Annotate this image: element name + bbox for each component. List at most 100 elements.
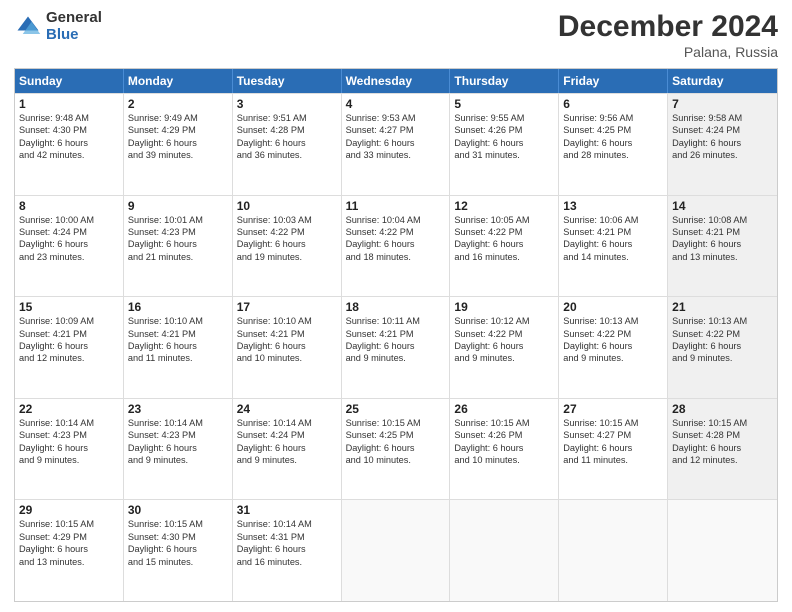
table-row: 15Sunrise: 10:09 AM Sunset: 4:21 PM Dayl… — [15, 297, 124, 398]
day-number: 22 — [19, 402, 119, 416]
logo: General Blue — [14, 10, 102, 43]
table-row: 20Sunrise: 10:13 AM Sunset: 4:22 PM Dayl… — [559, 297, 668, 398]
day-number: 13 — [563, 199, 663, 213]
header-day-monday: Monday — [124, 69, 233, 93]
table-row: 13Sunrise: 10:06 AM Sunset: 4:21 PM Dayl… — [559, 196, 668, 297]
day-number: 11 — [346, 199, 446, 213]
table-row: 18Sunrise: 10:11 AM Sunset: 4:21 PM Dayl… — [342, 297, 451, 398]
day-info: Sunrise: 10:10 AM Sunset: 4:21 PM Daylig… — [237, 315, 337, 365]
day-number: 23 — [128, 402, 228, 416]
header-day-thursday: Thursday — [450, 69, 559, 93]
day-info: Sunrise: 9:56 AM Sunset: 4:25 PM Dayligh… — [563, 112, 663, 162]
table-row: 27Sunrise: 10:15 AM Sunset: 4:27 PM Dayl… — [559, 399, 668, 500]
title-month: December 2024 — [558, 10, 778, 44]
table-row: 22Sunrise: 10:14 AM Sunset: 4:23 PM Dayl… — [15, 399, 124, 500]
logo-text: General Blue — [46, 10, 102, 43]
table-row: 7Sunrise: 9:58 AM Sunset: 4:24 PM Daylig… — [668, 94, 777, 195]
day-number: 19 — [454, 300, 554, 314]
day-number: 10 — [237, 199, 337, 213]
day-number: 21 — [672, 300, 773, 314]
day-number: 25 — [346, 402, 446, 416]
calendar-week-5: 29Sunrise: 10:15 AM Sunset: 4:29 PM Dayl… — [15, 499, 777, 601]
table-row: 11Sunrise: 10:04 AM Sunset: 4:22 PM Dayl… — [342, 196, 451, 297]
day-info: Sunrise: 10:15 AM Sunset: 4:30 PM Daylig… — [128, 518, 228, 568]
day-info: Sunrise: 10:12 AM Sunset: 4:22 PM Daylig… — [454, 315, 554, 365]
table-row — [668, 500, 777, 601]
day-number: 1 — [19, 97, 119, 111]
day-number: 31 — [237, 503, 337, 517]
calendar-body: 1Sunrise: 9:48 AM Sunset: 4:30 PM Daylig… — [15, 93, 777, 601]
day-info: Sunrise: 10:13 AM Sunset: 4:22 PM Daylig… — [672, 315, 773, 365]
table-row: 5Sunrise: 9:55 AM Sunset: 4:26 PM Daylig… — [450, 94, 559, 195]
day-info: Sunrise: 10:14 AM Sunset: 4:24 PM Daylig… — [237, 417, 337, 467]
calendar-week-4: 22Sunrise: 10:14 AM Sunset: 4:23 PM Dayl… — [15, 398, 777, 500]
table-row: 8Sunrise: 10:00 AM Sunset: 4:24 PM Dayli… — [15, 196, 124, 297]
calendar: SundayMondayTuesdayWednesdayThursdayFrid… — [14, 68, 778, 602]
day-info: Sunrise: 10:11 AM Sunset: 4:21 PM Daylig… — [346, 315, 446, 365]
table-row: 26Sunrise: 10:15 AM Sunset: 4:26 PM Dayl… — [450, 399, 559, 500]
table-row: 4Sunrise: 9:53 AM Sunset: 4:27 PM Daylig… — [342, 94, 451, 195]
day-info: Sunrise: 10:15 AM Sunset: 4:26 PM Daylig… — [454, 417, 554, 467]
day-number: 6 — [563, 97, 663, 111]
day-info: Sunrise: 10:05 AM Sunset: 4:22 PM Daylig… — [454, 214, 554, 264]
day-info: Sunrise: 9:48 AM Sunset: 4:30 PM Dayligh… — [19, 112, 119, 162]
day-number: 8 — [19, 199, 119, 213]
table-row — [450, 500, 559, 601]
day-number: 29 — [19, 503, 119, 517]
header-day-wednesday: Wednesday — [342, 69, 451, 93]
day-info: Sunrise: 10:04 AM Sunset: 4:22 PM Daylig… — [346, 214, 446, 264]
day-info: Sunrise: 10:14 AM Sunset: 4:23 PM Daylig… — [128, 417, 228, 467]
table-row: 2Sunrise: 9:49 AM Sunset: 4:29 PM Daylig… — [124, 94, 233, 195]
table-row: 31Sunrise: 10:14 AM Sunset: 4:31 PM Dayl… — [233, 500, 342, 601]
calendar-week-3: 15Sunrise: 10:09 AM Sunset: 4:21 PM Dayl… — [15, 296, 777, 398]
table-row: 19Sunrise: 10:12 AM Sunset: 4:22 PM Dayl… — [450, 297, 559, 398]
day-info: Sunrise: 9:58 AM Sunset: 4:24 PM Dayligh… — [672, 112, 773, 162]
day-info: Sunrise: 10:15 AM Sunset: 4:27 PM Daylig… — [563, 417, 663, 467]
table-row: 30Sunrise: 10:15 AM Sunset: 4:30 PM Dayl… — [124, 500, 233, 601]
day-info: Sunrise: 10:01 AM Sunset: 4:23 PM Daylig… — [128, 214, 228, 264]
day-info: Sunrise: 10:15 AM Sunset: 4:28 PM Daylig… — [672, 417, 773, 467]
day-number: 15 — [19, 300, 119, 314]
logo-icon — [14, 13, 42, 41]
day-number: 26 — [454, 402, 554, 416]
day-info: Sunrise: 10:08 AM Sunset: 4:21 PM Daylig… — [672, 214, 773, 264]
table-row: 6Sunrise: 9:56 AM Sunset: 4:25 PM Daylig… — [559, 94, 668, 195]
day-number: 18 — [346, 300, 446, 314]
table-row: 17Sunrise: 10:10 AM Sunset: 4:21 PM Dayl… — [233, 297, 342, 398]
day-info: Sunrise: 10:14 AM Sunset: 4:31 PM Daylig… — [237, 518, 337, 568]
day-number: 24 — [237, 402, 337, 416]
day-number: 28 — [672, 402, 773, 416]
table-row — [559, 500, 668, 601]
day-number: 12 — [454, 199, 554, 213]
day-info: Sunrise: 10:15 AM Sunset: 4:29 PM Daylig… — [19, 518, 119, 568]
page-header: General Blue December 2024 Palana, Russi… — [14, 10, 778, 60]
logo-blue: Blue — [46, 27, 102, 44]
table-row — [342, 500, 451, 601]
day-info: Sunrise: 10:06 AM Sunset: 4:21 PM Daylig… — [563, 214, 663, 264]
day-info: Sunrise: 10:03 AM Sunset: 4:22 PM Daylig… — [237, 214, 337, 264]
day-number: 17 — [237, 300, 337, 314]
table-row: 23Sunrise: 10:14 AM Sunset: 4:23 PM Dayl… — [124, 399, 233, 500]
header-day-tuesday: Tuesday — [233, 69, 342, 93]
header-day-saturday: Saturday — [668, 69, 777, 93]
day-number: 9 — [128, 199, 228, 213]
header-day-friday: Friday — [559, 69, 668, 93]
title-block: December 2024 Palana, Russia — [558, 10, 778, 60]
day-number: 5 — [454, 97, 554, 111]
day-info: Sunrise: 10:15 AM Sunset: 4:25 PM Daylig… — [346, 417, 446, 467]
table-row: 21Sunrise: 10:13 AM Sunset: 4:22 PM Dayl… — [668, 297, 777, 398]
day-info: Sunrise: 9:53 AM Sunset: 4:27 PM Dayligh… — [346, 112, 446, 162]
table-row: 28Sunrise: 10:15 AM Sunset: 4:28 PM Dayl… — [668, 399, 777, 500]
header-day-sunday: Sunday — [15, 69, 124, 93]
day-number: 16 — [128, 300, 228, 314]
day-info: Sunrise: 10:13 AM Sunset: 4:22 PM Daylig… — [563, 315, 663, 365]
day-number: 30 — [128, 503, 228, 517]
day-number: 4 — [346, 97, 446, 111]
day-number: 14 — [672, 199, 773, 213]
day-info: Sunrise: 10:09 AM Sunset: 4:21 PM Daylig… — [19, 315, 119, 365]
day-info: Sunrise: 10:14 AM Sunset: 4:23 PM Daylig… — [19, 417, 119, 467]
title-location: Palana, Russia — [558, 44, 778, 60]
table-row: 1Sunrise: 9:48 AM Sunset: 4:30 PM Daylig… — [15, 94, 124, 195]
day-info: Sunrise: 10:10 AM Sunset: 4:21 PM Daylig… — [128, 315, 228, 365]
day-number: 27 — [563, 402, 663, 416]
